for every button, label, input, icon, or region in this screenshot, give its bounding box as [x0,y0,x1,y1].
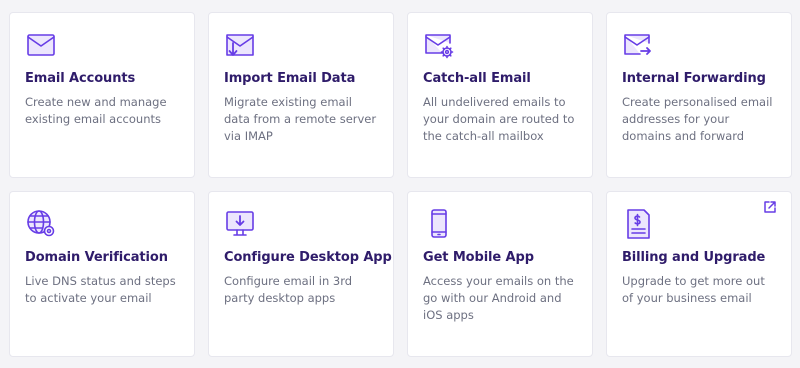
external-link-icon[interactable] [763,200,777,214]
card-email-accounts[interactable]: Email Accounts Create new and manage exi… [9,12,195,178]
card-import-email-data[interactable]: Import Email Data Migrate existing email… [208,12,394,178]
email-forward-icon [622,29,654,61]
card-title: Domain Verification [25,250,168,265]
card-get-mobile-app[interactable]: Get Mobile App Access your emails on the… [407,191,593,357]
mobile-phone-icon [423,208,455,240]
card-description: Live DNS status and steps to activate yo… [25,274,176,305]
card-title: Configure Desktop App [224,250,392,265]
card-title: Billing and Upgrade [622,250,766,265]
card-title: Internal Forwarding [622,71,766,86]
card-description: Access your emails on the go with our An… [423,274,574,322]
desktop-download-icon [224,208,256,240]
billing-document-icon [622,208,654,240]
card-title: Email Accounts [25,71,136,86]
card-description: Create new and manage existing email acc… [25,95,167,126]
email-settings-icon [423,29,455,61]
card-domain-verification[interactable]: Domain Verification Live DNS status and … [9,191,195,357]
card-internal-forwarding[interactable]: Internal Forwarding Create personalised … [606,12,792,178]
card-title: Import Email Data [224,71,356,86]
envelope-icon [25,29,57,61]
card-configure-desktop-app[interactable]: Configure Desktop App Configure email in… [208,191,394,357]
card-title: Get Mobile App [423,250,534,265]
card-description: Create personalised email addresses for … [622,95,773,143]
card-description: Migrate existing email data from a remot… [224,95,377,143]
card-description: Upgrade to get more out of your business… [622,274,765,305]
card-catch-all-email[interactable]: Catch-all Email All undelivered emails t… [407,12,593,178]
import-email-icon [224,29,256,61]
card-description: Configure email in 3rd party desktop app… [224,274,353,305]
globe-settings-icon [25,208,57,240]
email-tools-grid: Email Accounts Create new and manage exi… [9,12,792,357]
card-billing-and-upgrade[interactable]: Billing and Upgrade Upgrade to get more … [606,191,792,357]
card-title: Catch-all Email [423,71,531,86]
card-description: All undelivered emails to your domain ar… [423,95,575,143]
